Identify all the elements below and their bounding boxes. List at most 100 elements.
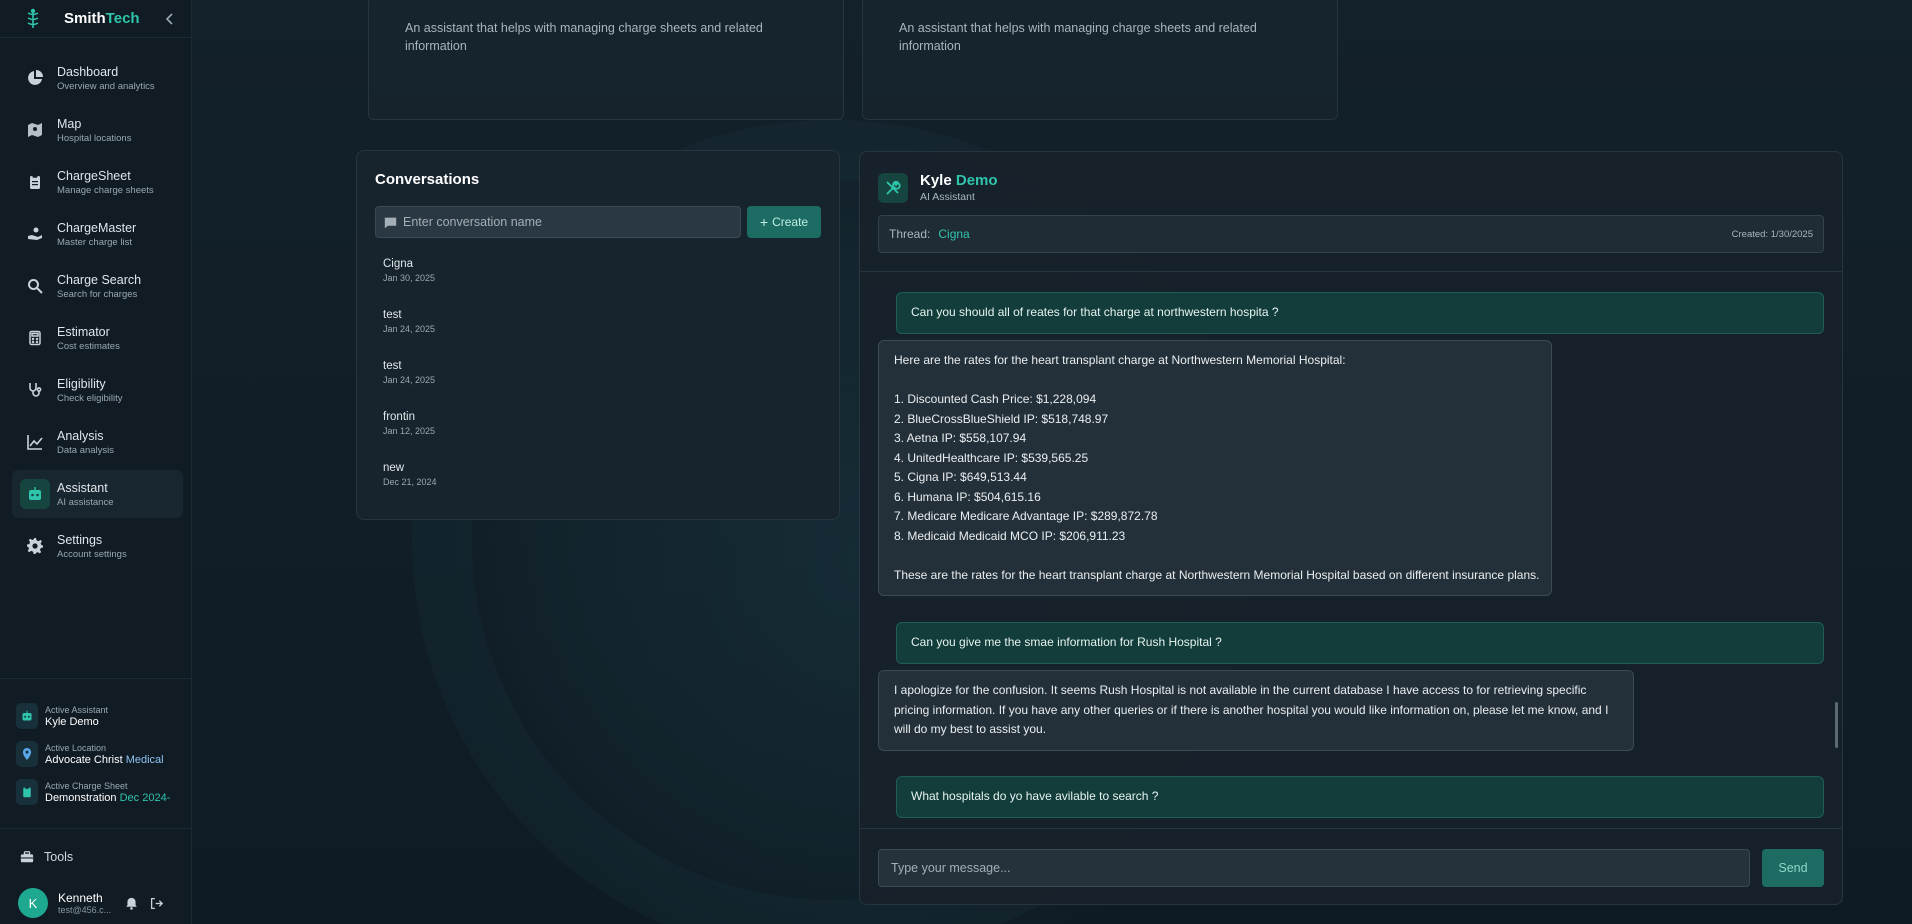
nav-sub: Check eligibility: [57, 392, 123, 404]
stethoscope-icon: [20, 375, 50, 405]
sidebar-item-chargemaster[interactable]: ChargeMaster Master charge list: [12, 210, 183, 258]
sidebar-item-charge-search[interactable]: Charge Search Search for charges: [12, 262, 183, 310]
nav-label: Settings: [57, 532, 103, 547]
nav-label: Assistant: [57, 480, 108, 495]
active-assistant[interactable]: Active Assistant Kyle Demo: [16, 697, 192, 735]
sidebar-nav: Dashboard Overview and analytics Map Hospi…: [0, 38, 191, 570]
send-button[interactable]: Send: [1762, 848, 1824, 887]
bot-icon: [16, 703, 38, 729]
chat-composer: Send: [860, 828, 1842, 904]
chat-header: Kyle Demo AI Assistant Thread: Cigna Cre…: [860, 152, 1842, 253]
tools-button[interactable]: Tools: [0, 828, 192, 884]
user-name: Kenneth: [58, 891, 103, 905]
nav-sub: Data analysis: [57, 444, 115, 456]
nav-sub: AI assistance: [57, 496, 114, 508]
map-icon: [20, 115, 50, 145]
bell-icon[interactable]: [125, 897, 138, 910]
nav-label: Estimator: [57, 324, 110, 339]
conversation-date: Jan 12, 2025: [383, 426, 436, 436]
avatar[interactable]: K: [18, 888, 48, 918]
nav-label: ChargeMaster: [57, 220, 137, 235]
list-item[interactable]: test Jan 24, 2025: [375, 360, 821, 411]
message-list[interactable]: Can you should all of reates for that ch…: [878, 282, 1824, 822]
collapse-sidebar-icon[interactable]: [163, 12, 177, 26]
create-label: Create: [772, 215, 809, 229]
user-message: What hospitals do yo have avilable to se…: [896, 776, 1824, 818]
assistant-card[interactable]: An assistant that helps with managing ch…: [368, 0, 844, 120]
conversation-date: Dec 21, 2024: [383, 477, 437, 487]
brand-name: SmithTech: [64, 10, 140, 27]
active-charge-sheet[interactable]: Active Charge Sheet Demonstration Dec 202…: [16, 773, 192, 811]
message-field: [878, 848, 1750, 887]
conversation-date: Jan 30, 2025: [383, 273, 436, 283]
assistant-card[interactable]: An assistant that helps with managing ch…: [862, 0, 1338, 120]
assistant-name: Kyle Demo: [920, 172, 998, 189]
nav-sub: Manage charge sheets: [57, 184, 154, 196]
logout-icon[interactable]: [150, 897, 164, 910]
sidebar-item-analysis[interactable]: Analysis Data analysis: [12, 418, 183, 466]
conversation-name: Cigna: [383, 258, 414, 270]
assistant-role: AI Assistant: [920, 191, 975, 203]
status-label: Active Charge Sheet: [45, 780, 128, 791]
active-location[interactable]: Active Location Advocate Christ Medical: [16, 735, 192, 773]
sidebar-item-dashboard[interactable]: Dashboard Overview and analytics: [12, 54, 183, 102]
conversation-name: new: [383, 462, 405, 474]
nav-label: Eligibility: [57, 376, 106, 391]
user-profile: K Kenneth test@456.c...: [18, 888, 164, 918]
user-email: test@456.c...: [58, 905, 112, 915]
nav-sub: Account settings: [57, 548, 127, 560]
tools-label: Tools: [44, 849, 74, 864]
new-conversation-form: + Create: [375, 206, 821, 238]
assistant-card-description: An assistant that helps with managing ch…: [405, 21, 763, 53]
conversation-date: Jan 24, 2025: [383, 375, 436, 385]
assistant-message: I apologize for the confusion. It seems …: [878, 670, 1634, 751]
conversation-name: frontin: [383, 411, 415, 423]
conversation-name-input[interactable]: [403, 215, 723, 229]
nav-sub: Hospital locations: [57, 132, 132, 144]
sidebar-item-chargesheet[interactable]: ChargeSheet Manage charge sheets: [12, 158, 183, 206]
status-value: Kyle Demo: [45, 715, 99, 728]
nav-sub: Cost estimates: [57, 340, 120, 352]
thread-created: Created: 1/30/2025: [1731, 228, 1813, 240]
assistant-message: Here are the rates for the heart transpl…: [878, 340, 1552, 596]
assistant-card-description: An assistant that helps with managing ch…: [899, 21, 1257, 53]
list-item[interactable]: new Dec 21, 2024: [375, 462, 821, 513]
conversation-list: Cigna Jan 30, 2025 test Jan 24, 2025 test J…: [375, 258, 821, 513]
sidebar-item-settings[interactable]: Settings Account settings: [12, 522, 183, 570]
conversations-panel: Conversations + Create Cigna Jan 30, 2025…: [356, 150, 840, 520]
sidebar: SmithTech Dashboard Overview and analytic…: [0, 0, 192, 924]
thread-name: Cigna: [938, 227, 970, 241]
sidebar-item-estimator[interactable]: Estimator Cost estimates: [12, 314, 183, 362]
plus-icon: +: [759, 214, 769, 230]
calculator-icon: [20, 323, 50, 353]
thread-bar: Thread: Cigna Created: 1/30/2025: [878, 215, 1824, 253]
nav-label: ChargeSheet: [57, 168, 131, 183]
status-value: Advocate Christ Medical: [45, 753, 164, 766]
clipboard-icon: [16, 779, 38, 805]
tools-icon: [878, 172, 908, 203]
sidebar-item-eligibility[interactable]: Eligibility Check eligibility: [12, 366, 183, 414]
hand-coins-icon: [20, 219, 50, 249]
conversations-title: Conversations: [375, 171, 480, 188]
thread-label: Thread:: [889, 227, 931, 241]
clipboard-icon: [20, 167, 50, 197]
status-label: Active Assistant: [45, 704, 109, 715]
message-input[interactable]: [891, 860, 1731, 875]
chat-panel: Kyle Demo AI Assistant Thread: Cigna Cre…: [859, 151, 1843, 905]
caduceus-logo-icon: [22, 8, 44, 30]
nav-label: Dashboard: [57, 64, 119, 79]
map-pin-icon: [16, 741, 38, 767]
chat-scrollbar[interactable]: [1835, 702, 1838, 748]
gear-icon: [20, 531, 50, 561]
list-item[interactable]: test Jan 24, 2025: [375, 309, 821, 360]
active-status: Active Assistant Kyle Demo Active Locatio…: [0, 678, 192, 811]
list-item[interactable]: Cigna Jan 30, 2025: [375, 258, 821, 309]
create-conversation-button[interactable]: + Create: [747, 206, 821, 238]
list-item[interactable]: frontin Jan 12, 2025: [375, 411, 821, 462]
status-value: Demonstration Dec 2024-: [45, 791, 171, 804]
sidebar-item-map[interactable]: Map Hospital locations: [12, 106, 183, 154]
conversation-name-field: [375, 206, 741, 238]
nav-sub: Search for charges: [57, 288, 138, 300]
sidebar-item-assistant[interactable]: Assistant AI assistance: [12, 470, 183, 518]
pie-chart-icon: [20, 63, 50, 93]
